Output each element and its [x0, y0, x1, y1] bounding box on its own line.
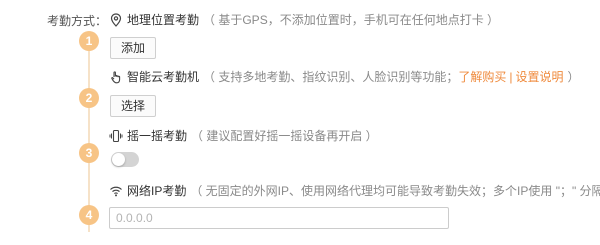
wifi-icon — [110, 186, 122, 197]
hand-touch-icon — [111, 71, 121, 84]
attendance-method-label: 考勤方式： — [47, 14, 108, 28]
shake-attendance-title: 摇一摇考勤 — [127, 129, 188, 143]
toggle-knob — [112, 153, 125, 166]
add-location-button[interactable]: 添加 — [110, 37, 157, 59]
gps-attendance-row: 地理位置考勤（ 基于GPS，不添加位置时，手机可在任何地点打卡 ） — [109, 11, 499, 29]
step-badge-3: 3 — [79, 143, 99, 163]
phone-shake-icon — [109, 129, 123, 143]
smart-device-desc-end: ） — [567, 70, 580, 84]
step-badge-1: 1 — [79, 31, 99, 51]
ip-attendance-row: 网络IP考勤（ 无固定的外网IP、使用网络代理均可能导致考勤失效；多个IP使用 … — [109, 182, 600, 200]
step-badge-4: 4 — [79, 205, 99, 225]
link-separator: | — [509, 70, 513, 84]
location-pin-icon — [110, 13, 122, 27]
shake-attendance-desc: （ 建议配置好摇一摇设备再开启 ） — [191, 129, 378, 143]
shake-toggle[interactable] — [111, 152, 139, 167]
learn-buy-link[interactable]: 了解购买 — [458, 70, 506, 84]
setup-guide-link[interactable]: 设置说明 — [516, 70, 564, 84]
ip-attendance-desc: （ 无固定的外网IP、使用网络代理均可能导致考勤失效；多个IP使用 "；" 分隔… — [190, 184, 600, 198]
select-device-button[interactable]: 选择 — [110, 95, 157, 117]
ip-attendance-title: 网络IP考勤 — [127, 184, 187, 198]
gps-attendance-desc: （ 基于GPS，不添加位置时，手机可在任何地点打卡 ） — [203, 13, 500, 27]
gps-attendance-title: 地理位置考勤 — [127, 13, 200, 27]
smart-device-title: 智能云考勤机 — [127, 70, 200, 84]
smart-device-desc: （ 支持多地考勤、指纹识别、人脸识别等功能； — [203, 70, 459, 84]
step-badge-2: 2 — [79, 88, 99, 108]
ip-address-input[interactable] — [109, 207, 449, 229]
smart-device-row: 智能云考勤机（ 支持多地考勤、指纹识别、人脸识别等功能；了解购买 | 设置说明） — [109, 68, 580, 86]
step-rail — [88, 32, 90, 232]
shake-attendance-row: 摇一摇考勤（ 建议配置好摇一摇设备再开启 ） — [109, 127, 378, 145]
